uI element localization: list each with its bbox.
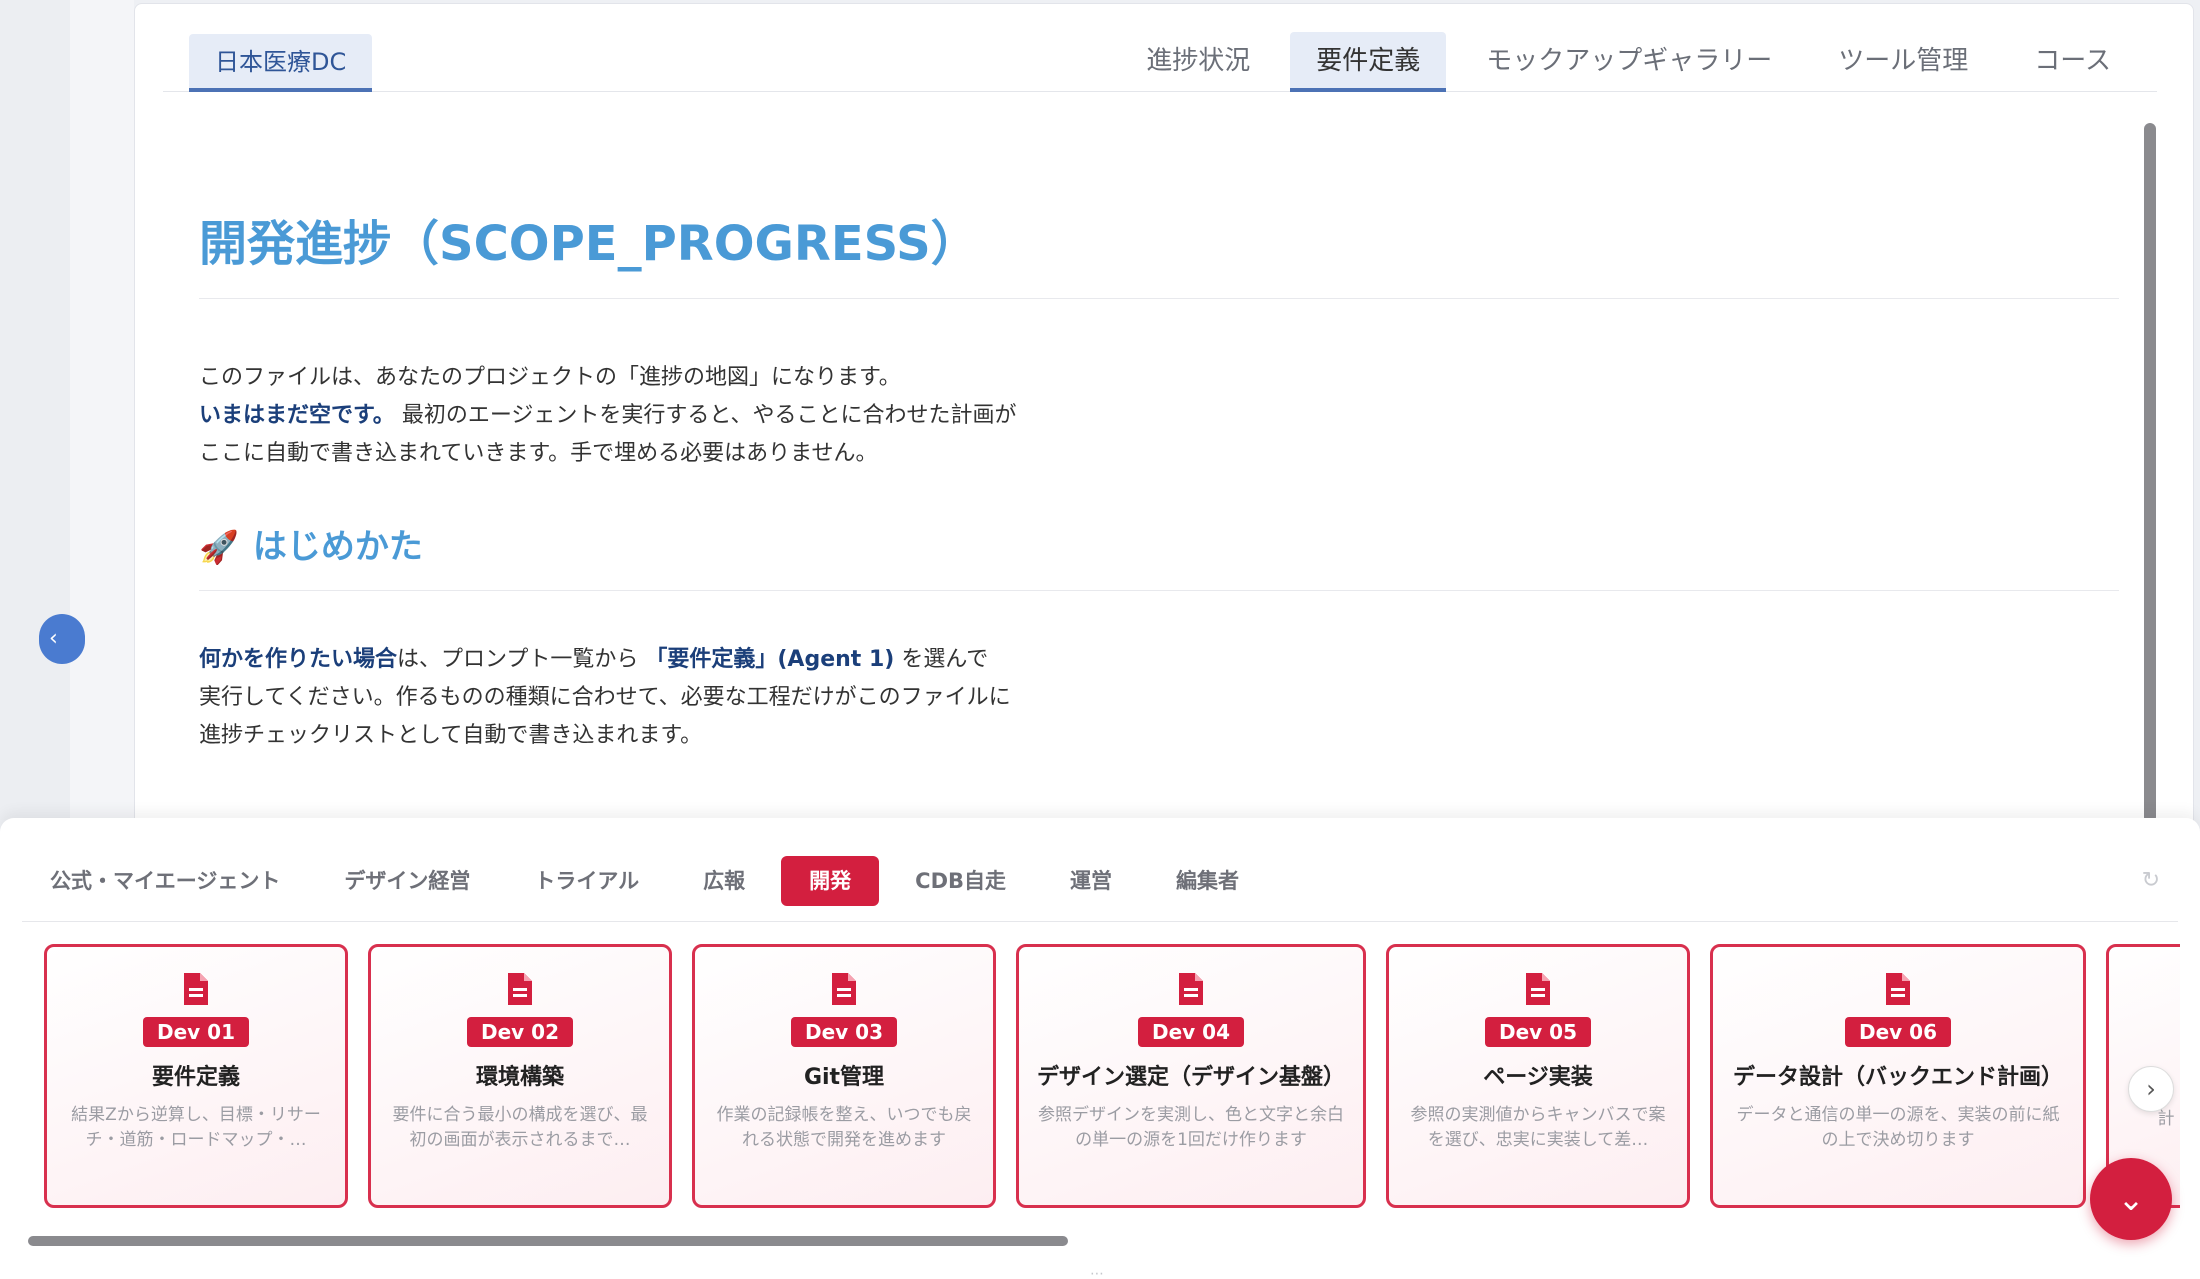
vertical-scrollbar[interactable] xyxy=(2144,123,2156,823)
tab-mockup-gallery[interactable]: モックアップギャラリー xyxy=(1460,32,1798,92)
card-description: 結果Zから逆算し、目標・リサーチ・道筋・ロードマップ・… xyxy=(71,1105,321,1150)
card-title: デザイン選定（デザイン基盤） xyxy=(1036,1065,1345,1090)
document-icon xyxy=(371,971,669,1007)
card-title: 環境構築 xyxy=(475,1065,564,1090)
cat-tab-cdb[interactable]: CDB自走 xyxy=(887,856,1034,906)
card-code-badge: Dev 02 xyxy=(467,1017,573,1047)
top-tab-bar: 日本医療DC 進捗状況 要件定義 モックアップギャラリー ツール管理 コース xyxy=(163,4,2157,92)
prompt-card[interactable]: Dev 05 ページ実装 参照の実測値からキャンバスで案を選び、忠実に実装して差… xyxy=(1386,944,1690,1208)
document-icon xyxy=(1713,971,2083,1007)
left-rail xyxy=(0,0,134,820)
page-title: 開発進捗（SCOPE_PROGRESS） xyxy=(199,204,2119,299)
tab-requirements[interactable]: 要件定義 xyxy=(1290,32,1447,92)
card-description: 参照デザインを実測し、色と文字と余白の単一の源を1回だけ作ります xyxy=(1038,1105,1344,1150)
scroll-right-button[interactable]: › xyxy=(2128,1066,2174,1112)
brand-tab[interactable]: 日本医療DC xyxy=(189,34,373,92)
card-title: Git管理 xyxy=(803,1065,885,1090)
left-rail-inner xyxy=(70,0,134,820)
resize-grip-icon[interactable]: ⋯ xyxy=(1090,1266,1104,1279)
card-description: 参照の実測値からキャンバスで案を選び、忠実に実装して差… xyxy=(1410,1105,1666,1150)
card-title: 要件定義 xyxy=(151,1065,240,1090)
prompt-card[interactable]: Dev 01 要件定義 結果Zから逆算し、目標・リサーチ・道筋・ロードマップ・… xyxy=(44,944,348,1208)
howto-paragraph: 何かを作りたい場合は、プロンプト一覧から 「要件定義」(Agent 1) を選ん… xyxy=(199,641,2119,755)
prompt-card[interactable]: Dev 06 データ設計（バックエンド計画） データと通信の単一の源を、実装の前… xyxy=(1710,944,2086,1208)
card-description: データと通信の単一の源を、実装の前に紙の上で決め切ります xyxy=(1736,1105,2060,1150)
document-body: 開発進捗（SCOPE_PROGRESS） このファイルは、あなたのプロジェクトの… xyxy=(199,204,2119,755)
cat-tab-design-management[interactable]: デザイン経営 xyxy=(316,856,498,906)
cat-tab-operations[interactable]: 運営 xyxy=(1042,856,1140,906)
section-title: はじめかた xyxy=(252,527,423,567)
tab-tool-management[interactable]: ツール管理 xyxy=(1812,32,1994,92)
intro-paragraph: このファイルは、あなたのプロジェクトの「進捗の地図」になります。 いまはまだ空で… xyxy=(199,359,2119,473)
document-icon xyxy=(1019,971,1363,1007)
main-content-card: 日本医療DC 進捗状況 要件定義 モックアップギャラリー ツール管理 コース 開… xyxy=(134,3,2194,903)
card-description: 要件に合う最小の構成を選び、最初の画面が表示されるまで… xyxy=(392,1105,648,1150)
howto-emphasis: 何かを作りたい場合 xyxy=(199,647,398,672)
card-code-badge: Dev 04 xyxy=(1138,1017,1244,1047)
tab-course[interactable]: コース xyxy=(2008,32,2137,92)
card-code-badge: Dev 01 xyxy=(143,1017,249,1047)
prompt-card[interactable]: Dev 03 Git管理 作業の記録帳を整え、いつでも戻れる状態で開発を進めます xyxy=(692,944,996,1208)
sidebar-collapse-button[interactable]: ‹ xyxy=(39,614,85,664)
nav-tabs: 進捗状況 要件定義 モックアップギャラリー ツール管理 コース xyxy=(1106,32,2137,92)
card-code-badge: Dev 03 xyxy=(791,1017,897,1047)
prompt-cards: Dev 01 要件定義 結果Zから逆算し、目標・リサーチ・道筋・ロードマップ・…… xyxy=(44,944,2180,1210)
howto-line-1: 何かを作りたい場合は、プロンプト一覧から 「要件定義」(Agent 1) を選ん… xyxy=(199,641,2119,679)
prompt-panel: 公式・マイエージェント デザイン経営 トライアル 広報 開発 CDB自走 運営 … xyxy=(0,818,2200,1279)
card-title: データ設計（バックエンド計画） xyxy=(1732,1065,2063,1090)
howto-text-1: は、プロンプト一覧から xyxy=(397,647,639,672)
howto-line-2: 実行してください。作るものの種類に合わせて、必要な工程だけがこのファイルに xyxy=(199,685,1011,710)
section-heading: 🚀 はじめかた xyxy=(199,519,2119,591)
howto-line-3: 進捗チェックリストとして自動で書き込まれます。 xyxy=(199,723,703,748)
rocket-icon: 🚀 xyxy=(199,528,239,566)
cat-tab-pr[interactable]: 広報 xyxy=(675,856,773,906)
cat-tab-trial[interactable]: トライアル xyxy=(506,856,667,906)
horizontal-scrollbar[interactable] xyxy=(28,1236,1068,1246)
prompt-card[interactable]: Dev 02 環境構築 要件に合う最小の構成を選び、最初の画面が表示されるまで… xyxy=(368,944,672,1208)
document-icon xyxy=(47,971,345,1007)
howto-agent: 「要件定義」(Agent 1) xyxy=(645,647,895,672)
cat-tab-official[interactable]: 公式・マイエージェント xyxy=(22,856,308,906)
cat-tab-editor[interactable]: 編集者 xyxy=(1148,856,1267,906)
intro-emphasis: いまはまだ空です。 xyxy=(199,403,395,428)
cat-tab-development[interactable]: 開発 xyxy=(781,856,880,906)
intro-line-2: いまはまだ空です。 最初のエージェントを実行すると、やることに合わせた計画が xyxy=(199,397,2119,435)
document-icon xyxy=(695,971,993,1007)
card-title: ページ実装 xyxy=(1483,1065,1593,1090)
card-description: 作業の記録帳を整え、いつでも戻れる状態で開発を進めます xyxy=(716,1105,972,1150)
intro-line-2-text: 最初のエージェントを実行すると、やることに合わせた計画が xyxy=(401,403,1017,428)
category-tabs: 公式・マイエージェント デザイン経営 トライアル 広報 開発 CDB自走 運営 … xyxy=(22,856,2178,922)
intro-line-1: このファイルは、あなたのプロジェクトの「進捗の地図」になります。 xyxy=(199,365,901,390)
howto-text-2: を選んで xyxy=(901,647,989,672)
tab-progress[interactable]: 進捗状況 xyxy=(1120,32,1276,92)
card-description: 計 xyxy=(2157,1109,2175,1129)
prompt-card[interactable]: Dev 04 デザイン選定（デザイン基盤） 参照デザインを実測し、色と文字と余白… xyxy=(1016,944,1366,1208)
card-code-badge: Dev 05 xyxy=(1485,1017,1591,1047)
refresh-icon[interactable]: ↻ xyxy=(2142,868,2160,893)
intro-line-3: ここに自動で書き込まれていきます。手で埋める必要はありません。 xyxy=(199,441,878,466)
card-code-badge: Dev 06 xyxy=(1845,1017,1951,1047)
chevron-down-icon[interactable]: ⌄ xyxy=(2090,1158,2172,1240)
document-icon xyxy=(1389,971,1687,1007)
